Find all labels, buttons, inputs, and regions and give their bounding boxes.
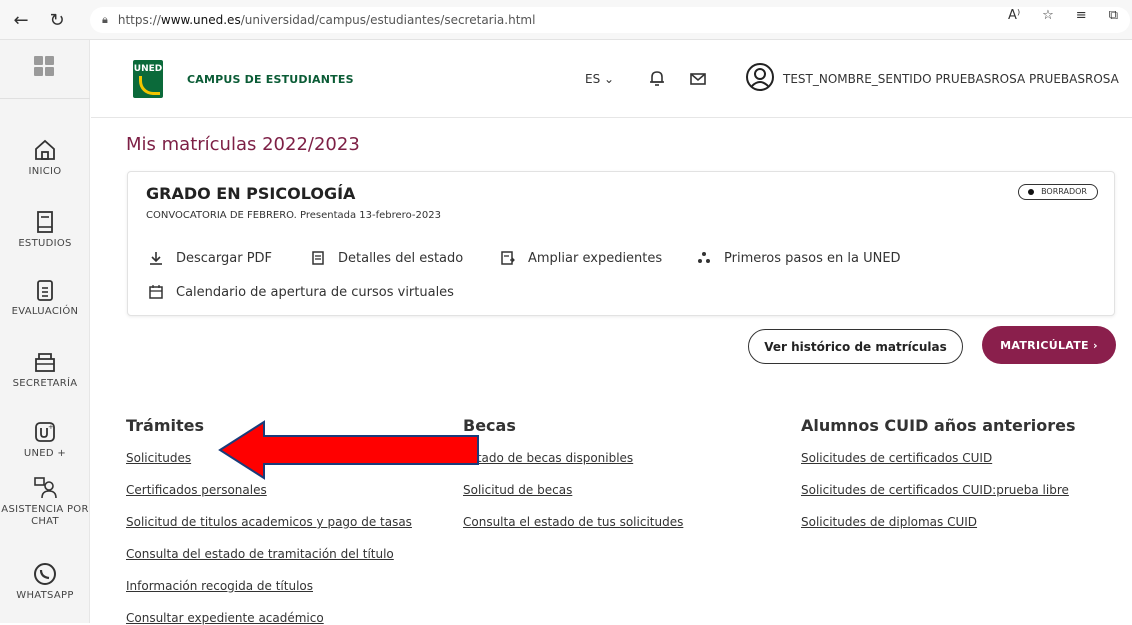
first-steps-action[interactable]: Primeros pasos en la UNED	[696, 250, 901, 266]
rail-label: SECRETARÍA	[12, 378, 78, 389]
link-diplomas-cuid[interactable]: Solicitudes de diplomas CUID	[801, 515, 977, 529]
favorite-icon[interactable]: ☆	[1042, 8, 1054, 23]
red-annotation-arrow-icon	[218, 420, 479, 480]
rail-item-inicio[interactable]: INICIO	[0, 138, 90, 178]
read-aloud-icon[interactable]: A⁾	[1008, 8, 1020, 23]
action-label: Descargar PDF	[176, 250, 273, 266]
rail-item-asistencia-chat[interactable]: ASISTENCIA POR CHAT	[0, 476, 90, 528]
favorites-list-icon[interactable]: ≡	[1076, 8, 1087, 23]
enroll-button[interactable]: MATRICÚLATE ›	[982, 326, 1116, 364]
rail-item-evaluacion[interactable]: EVALUACIÓN	[0, 278, 90, 318]
status-details-action[interactable]: Detalles del estado	[310, 250, 463, 266]
action-label: Calendario de apertura de cursos virtual…	[176, 284, 454, 300]
rail-label: ESTUDIOS	[18, 238, 72, 249]
link-certificados-personales[interactable]: Certificados personales	[126, 483, 267, 497]
uned-logo[interactable]: UNED	[133, 60, 163, 98]
cuid-title: Alumnos CUID años anteriores	[801, 416, 1076, 435]
home-icon	[35, 139, 55, 160]
history-button[interactable]: Ver histórico de matrículas	[748, 329, 963, 364]
link-estado-becas[interactable]: Estado de becas disponibles	[463, 451, 633, 465]
page-title: Mis matrículas 2022/2023	[126, 134, 360, 155]
user-avatar-icon[interactable]	[745, 62, 775, 92]
browser-toolbar: ← ↻ 🔒︎ https://www.uned.es/universidad/c…	[0, 0, 1132, 40]
url-path: /universidad/campus/estudiantes/secretar…	[240, 13, 536, 27]
chat-assist-icon	[34, 477, 57, 499]
link-estado-titulo[interactable]: Consulta del estado de tramitación del t…	[126, 547, 394, 561]
back-icon[interactable]: ←	[6, 5, 36, 35]
link-solicitudes[interactable]: Solicitudes	[126, 451, 191, 465]
book-icon	[37, 211, 53, 233]
bell-icon[interactable]	[647, 68, 667, 88]
language-selector[interactable]: ES ⌄	[585, 72, 614, 86]
link-certificados-cuid-prueba[interactable]: Solicitudes de certificados CUID:prueba …	[801, 483, 1069, 497]
people-icon	[698, 252, 710, 263]
lock-icon: 🔒︎	[102, 13, 108, 26]
enrollment-card: GRADO EN PSICOLOGÍA CONVOCATORIA DE FEBR…	[127, 171, 1115, 316]
degree-title: GRADO EN PSICOLOGÍA	[146, 184, 356, 203]
document-icon	[312, 251, 324, 265]
status-badge: BORRADOR	[1018, 184, 1098, 200]
link-solicitud-becas[interactable]: Solicitud de becas	[463, 483, 572, 497]
rail-label: ASISTENCIA POR CHAT	[1, 504, 89, 527]
course-calendar-action[interactable]: Calendario de apertura de cursos virtual…	[148, 284, 454, 300]
action-label: Primeros pasos en la UNED	[724, 250, 901, 266]
url-domain: www.uned.es	[160, 13, 241, 27]
link-solicitud-titulos[interactable]: Solicitud de titulos academicos y pago d…	[126, 515, 412, 529]
tramites-title: Trámites	[126, 416, 205, 435]
browser-actions: A⁾ ☆ ≡ ⧉	[1008, 8, 1118, 23]
printer-icon	[35, 353, 55, 372]
refresh-icon[interactable]: ↻	[42, 5, 72, 35]
rail-item-estudios[interactable]: ESTUDIOS	[0, 210, 90, 250]
action-label: Detalles del estado	[338, 250, 464, 266]
rail-label: WHATSAPP	[16, 590, 74, 601]
link-consulta-solicitudes[interactable]: Consulta el estado de tus solicitudes	[463, 515, 683, 529]
document-plus-icon	[501, 251, 515, 265]
user-name[interactable]: TEST_NOMBRE_SENTIDO PRUEBASROSA PRUEBASR…	[783, 72, 1119, 86]
link-informacion-titulos[interactable]: Información recogida de títulos	[126, 579, 313, 593]
whatsapp-icon	[34, 563, 56, 585]
rail-label: UNED +	[23, 448, 67, 459]
apps-grid-icon[interactable]	[34, 56, 54, 76]
link-certificados-cuid[interactable]: Solicitudes de certificados CUID	[801, 451, 992, 465]
rail-label: EVALUACIÓN	[11, 306, 79, 317]
svg-text:+: +	[48, 423, 54, 431]
left-rail: INICIO ESTUDIOS EVALUACIÓN SECRETARÍA + …	[0, 40, 90, 623]
rail-item-uned-plus[interactable]: + UNED +	[0, 420, 90, 460]
download-pdf-action[interactable]: Descargar PDF	[148, 250, 272, 266]
uned-plus-icon: +	[35, 422, 55, 442]
url-prefix: https://	[117, 13, 161, 27]
clipboard-icon	[37, 280, 53, 301]
rail-divider	[0, 98, 90, 99]
top-header: UNED CAMPUS DE ESTUDIANTES ES ⌄ TEST_NOM…	[91, 40, 1132, 118]
rail-item-whatsapp[interactable]: WHATSAPP	[0, 562, 90, 602]
collections-icon[interactable]: ⧉	[1109, 8, 1118, 23]
download-icon	[150, 252, 162, 265]
rail-label: INICIO	[28, 166, 62, 177]
rail-item-secretaria[interactable]: SECRETARÍA	[0, 350, 90, 390]
campus-title[interactable]: CAMPUS DE ESTUDIANTES	[187, 73, 354, 86]
address-bar[interactable]: 🔒︎ https://www.uned.es/universidad/campu…	[90, 7, 1130, 33]
expand-records-action[interactable]: Ampliar expedientes	[500, 250, 662, 266]
calendar-icon	[149, 285, 163, 299]
enrollment-subtitle: CONVOCATORIA DE FEBRERO. Presentada 13-f…	[146, 210, 441, 221]
action-label: Ampliar expedientes	[528, 250, 663, 266]
mail-icon[interactable]	[689, 70, 707, 88]
